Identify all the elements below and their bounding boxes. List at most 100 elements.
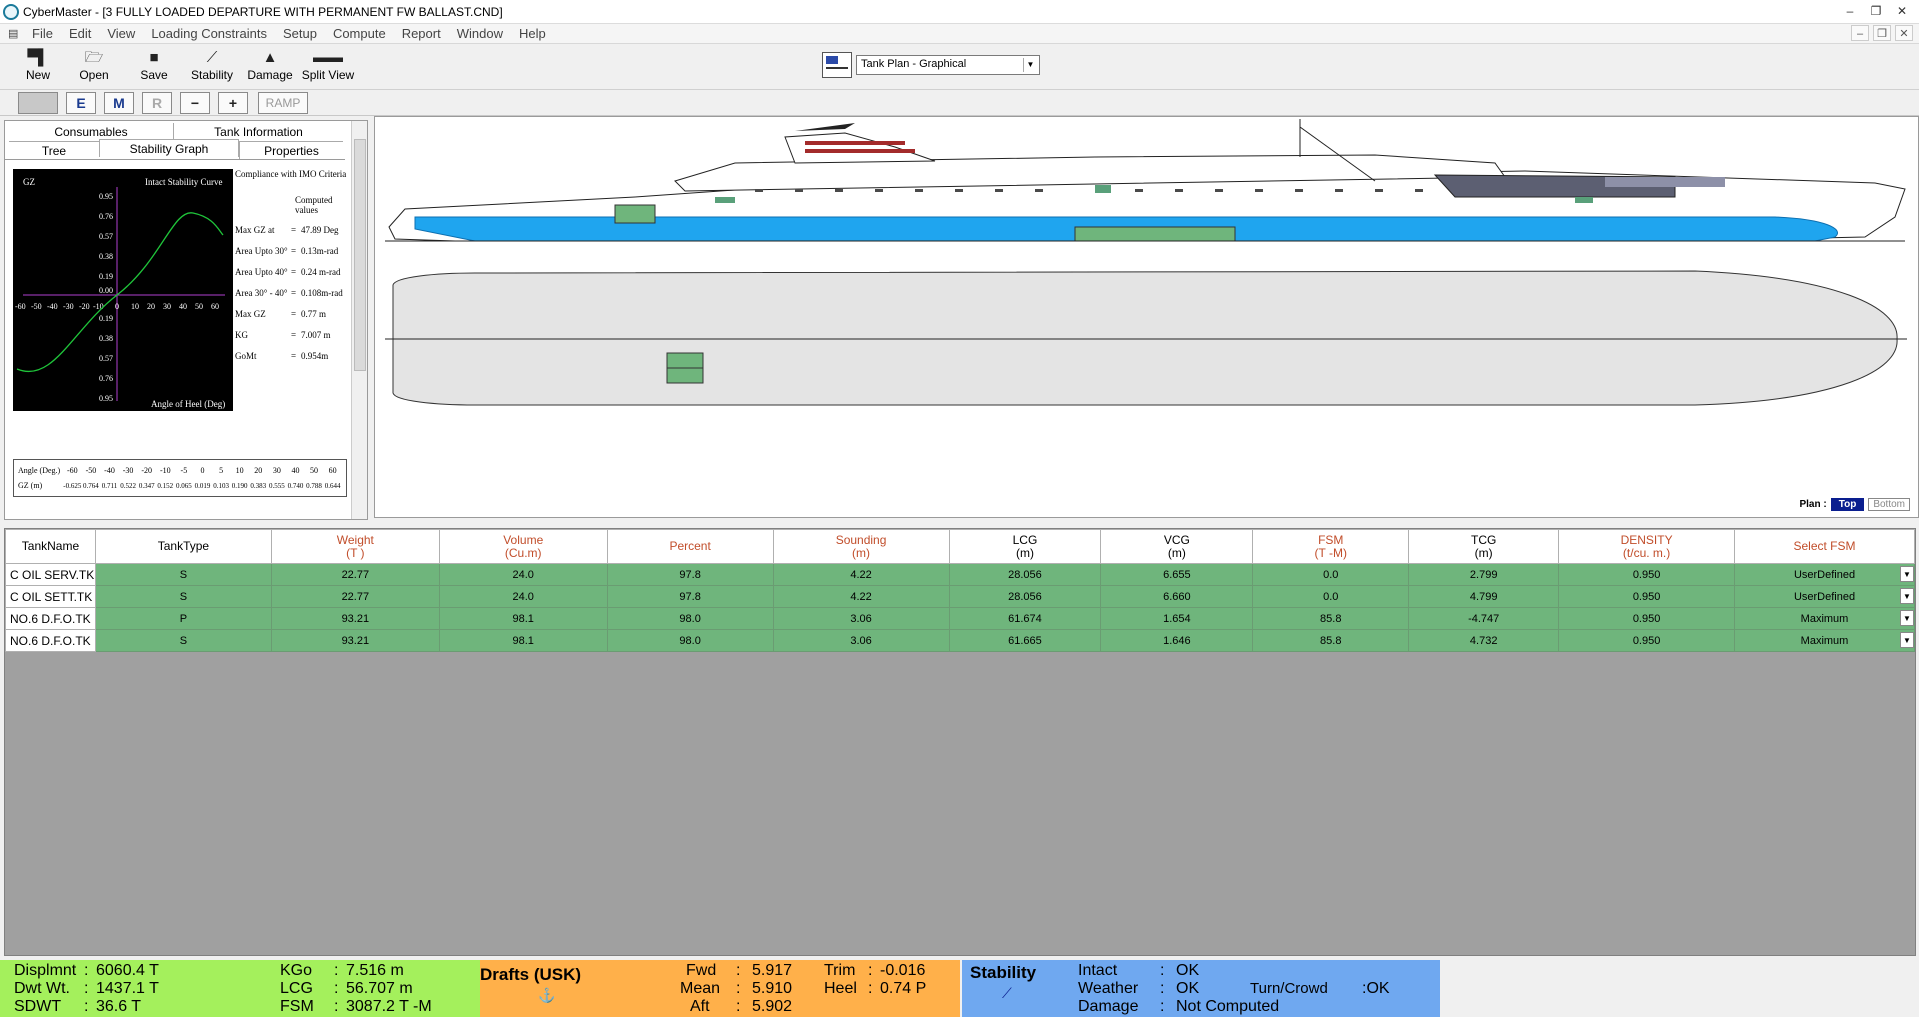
table-cell[interactable]: 85.8 (1252, 629, 1410, 652)
menu-help[interactable]: Help (519, 26, 546, 41)
table-cell[interactable]: 61.674 (948, 607, 1102, 630)
chevron-down-icon[interactable]: ▼ (1900, 610, 1914, 626)
ramp-button[interactable]: RAMP (258, 92, 308, 114)
table-cell[interactable]: Maximum ▼ (1734, 629, 1915, 652)
document-icon[interactable]: ▤ (8, 27, 26, 41)
table-cell[interactable]: S (94, 563, 272, 586)
zoom-in-button[interactable]: + (218, 92, 248, 114)
column-header[interactable]: Select FSM (1734, 529, 1915, 564)
left-panel-scrollbar[interactable] (351, 121, 367, 519)
child-restore-button[interactable]: ❐ (1873, 25, 1891, 41)
tank-name-cell[interactable]: NO.6 D.F.O.TK (5, 629, 96, 652)
menu-report[interactable]: Report (402, 26, 441, 41)
table-cell[interactable]: 0.950 (1558, 585, 1736, 608)
table-cell[interactable]: 0.0 (1252, 585, 1410, 608)
table-cell[interactable]: 28.056 (948, 585, 1102, 608)
view-mode-select[interactable]: Tank Plan - Graphical ▼ (856, 55, 1040, 75)
r-button[interactable]: R (142, 92, 172, 114)
table-cell[interactable]: 1.646 (1100, 629, 1254, 652)
damage-button[interactable]: ▲ Damage (242, 48, 298, 88)
table-cell[interactable]: 0.950 (1558, 607, 1736, 630)
table-cell[interactable]: 4.799 (1408, 585, 1560, 608)
plan-top-button[interactable]: Top (1830, 498, 1865, 511)
plan-bottom-button[interactable]: Bottom (1868, 498, 1910, 511)
blank-button[interactable] (18, 92, 58, 114)
table-cell[interactable]: 98.1 (438, 629, 608, 652)
table-cell[interactable]: P (94, 607, 272, 630)
chevron-down-icon[interactable]: ▼ (1900, 632, 1914, 648)
column-header[interactable]: Percent (606, 529, 774, 564)
column-header[interactable]: TCG (m) (1408, 529, 1560, 564)
table-cell[interactable]: S (94, 585, 272, 608)
table-row[interactable]: C OIL SERV.TK S 22.77 24.0 97.8 4.22 28.056 6.6… (5, 563, 1915, 586)
column-header[interactable]: Volume (Cu.m) (438, 529, 608, 564)
table-cell[interactable]: 3.06 (772, 607, 950, 630)
column-header[interactable]: Weight (T ) (270, 529, 440, 564)
tank-plan-icon[interactable] (822, 52, 852, 78)
menu-file[interactable]: File (32, 26, 53, 41)
stability-button[interactable]: ⟋ Stability (184, 48, 240, 88)
stability-button[interactable]: Stability (970, 964, 1036, 982)
chevron-down-icon[interactable]: ▼ (1023, 58, 1037, 72)
table-cell[interactable]: UserDefined ▼ (1734, 585, 1915, 608)
column-header[interactable]: VCG (m) (1100, 529, 1254, 564)
tank-profile-dfo[interactable] (1074, 226, 1236, 242)
close-button[interactable]: ✕ (1891, 2, 1913, 20)
menu-window[interactable]: Window (457, 26, 503, 41)
chevron-down-icon[interactable]: ▼ (1900, 566, 1914, 582)
table-cell[interactable]: 3.06 (772, 629, 950, 652)
table-cell[interactable]: 4.22 (772, 563, 950, 586)
table-cell[interactable]: 22.77 (270, 563, 440, 586)
e-button[interactable]: E (66, 92, 96, 114)
table-cell[interactable]: 0.0 (1252, 563, 1410, 586)
menu-setup[interactable]: Setup (283, 26, 317, 41)
tank-profile-cargo[interactable] (614, 204, 656, 224)
column-header[interactable]: Sounding (m) (772, 529, 950, 564)
table-cell[interactable]: 98.0 (606, 607, 774, 630)
table-cell[interactable]: 22.77 (270, 585, 440, 608)
table-cell[interactable]: 98.0 (606, 629, 774, 652)
table-cell[interactable]: 93.21 (270, 629, 440, 652)
table-cell[interactable]: 97.8 (606, 585, 774, 608)
tab-stability-graph[interactable]: Stability Graph (99, 139, 239, 157)
tank-name-cell[interactable]: NO.6 D.F.O.TK (5, 607, 96, 630)
minimize-button[interactable]: – (1839, 2, 1861, 20)
new-button[interactable]: ▀▌ New (10, 48, 66, 88)
tab-tree[interactable]: Tree (9, 141, 99, 159)
table-row[interactable]: NO.6 D.F.O.TK P 93.21 98.1 98.0 3.06 61.674 1.6… (5, 607, 1915, 630)
table-cell[interactable]: 85.8 (1252, 607, 1410, 630)
chevron-down-icon[interactable]: ▼ (1900, 588, 1914, 604)
tank-name-cell[interactable]: C OIL SERV.TK (5, 563, 96, 586)
table-cell[interactable]: 93.21 (270, 607, 440, 630)
child-close-button[interactable]: ✕ (1895, 25, 1913, 41)
table-cell[interactable]: 2.799 (1408, 563, 1560, 586)
table-row[interactable]: NO.6 D.F.O.TK S 93.21 98.1 98.0 3.06 61.665 1.6… (5, 629, 1915, 652)
table-cell[interactable]: 97.8 (606, 563, 774, 586)
m-button[interactable]: M (104, 92, 134, 114)
split-view-button[interactable]: ▬▬ Split View (300, 48, 356, 88)
table-cell[interactable]: 4.22 (772, 585, 950, 608)
table-cell[interactable]: 6.655 (1100, 563, 1254, 586)
tab-properties[interactable]: Properties (239, 141, 343, 159)
menu-compute[interactable]: Compute (333, 26, 386, 41)
table-cell[interactable]: 1.654 (1100, 607, 1254, 630)
child-minimize-button[interactable]: – (1851, 25, 1869, 41)
table-cell[interactable]: S (94, 629, 272, 652)
open-button[interactable]: 🗁 Open (66, 48, 122, 88)
table-cell[interactable]: 24.0 (438, 563, 608, 586)
menu-edit[interactable]: Edit (69, 26, 91, 41)
save-button[interactable]: ■ Save (126, 48, 182, 88)
table-cell[interactable]: 4.732 (1408, 629, 1560, 652)
table-row[interactable]: C OIL SETT.TK S 22.77 24.0 97.8 4.22 28.056 6.6… (5, 585, 1915, 608)
table-cell[interactable]: 0.950 (1558, 629, 1736, 652)
table-cell[interactable]: 24.0 (438, 585, 608, 608)
tank-name-cell[interactable]: C OIL SETT.TK (5, 585, 96, 608)
column-header[interactable]: DENSITY (t/cu. m.) (1558, 529, 1736, 564)
table-cell[interactable]: UserDefined ▼ (1734, 563, 1915, 586)
table-cell[interactable]: Maximum ▼ (1734, 607, 1915, 630)
column-header[interactable]: LCG (m) (948, 529, 1102, 564)
zoom-out-button[interactable]: − (180, 92, 210, 114)
table-cell[interactable]: 6.660 (1100, 585, 1254, 608)
menu-view[interactable]: View (107, 26, 135, 41)
table-cell[interactable]: 98.1 (438, 607, 608, 630)
